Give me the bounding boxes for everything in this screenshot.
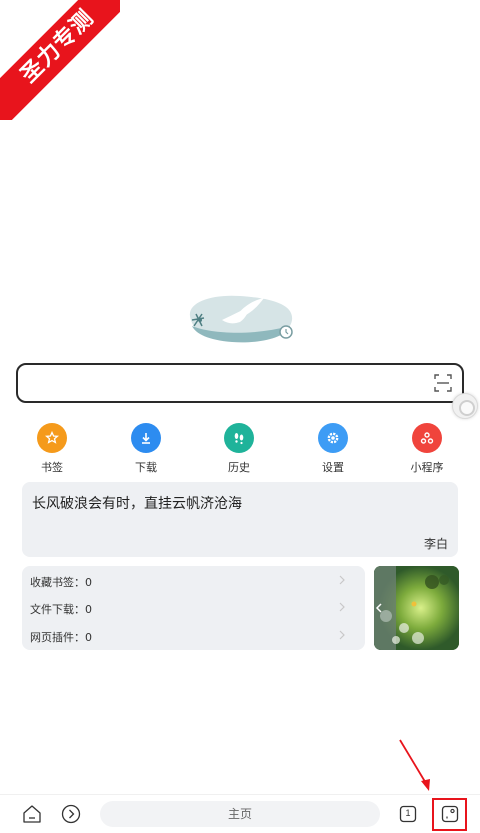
floating-assist-button[interactable] <box>452 393 478 419</box>
quick-item-settings[interactable]: 设置 <box>303 423 363 479</box>
tab-count: 1 <box>405 808 411 818</box>
quick-item-mini-programs[interactable]: 小程序 <box>397 423 457 479</box>
quick-item-bookmarks[interactable]: 书签 <box>22 423 82 479</box>
search-input[interactable] <box>30 371 430 395</box>
chevron-right-icon <box>339 575 345 585</box>
mini-program-icon <box>412 423 442 453</box>
quick-item-label: 历史 <box>228 461 250 474</box>
highlight-box <box>432 798 467 831</box>
stat-row-bookmarks[interactable]: 收藏书签：0 <box>30 574 360 594</box>
home-icon[interactable] <box>22 804 42 824</box>
quote-author: 李白 <box>423 537 448 551</box>
quick-item-label: 小程序 <box>410 461 444 474</box>
stat-label: 文件下载：0 <box>30 603 92 616</box>
star-icon <box>37 423 67 453</box>
watermark-text: 圣力专测 <box>0 0 120 120</box>
bottom-toolbar: 主页 1 <box>0 794 480 833</box>
address-bar[interactable]: 主页 <box>100 801 380 827</box>
watermark-ribbon: 圣力专测 <box>0 0 120 120</box>
quick-access-row: 书签 下载 历史 设置 小程序 <box>0 423 480 479</box>
stat-row-downloads[interactable]: 文件下载：0 <box>30 601 360 621</box>
footprints-icon <box>224 423 254 453</box>
quick-item-label: 设置 <box>322 461 344 474</box>
app-logo <box>182 290 298 346</box>
annotation-arrow <box>399 739 430 791</box>
stats-card: 收藏书签：0 文件下载：0 网页插件：0 <box>22 566 365 650</box>
stat-label: 网页插件：0 <box>30 631 92 644</box>
scan-icon[interactable] <box>434 374 452 392</box>
quote-text: 长风破浪会有时，直挂云帆济沧海 <box>32 496 242 512</box>
quick-item-label: 下载 <box>135 461 157 474</box>
stat-label: 收藏书签：0 <box>30 576 92 589</box>
gear-icon <box>318 423 348 453</box>
forward-icon[interactable] <box>61 804 81 824</box>
quick-item-label: 书签 <box>41 461 63 474</box>
quick-item-history[interactable]: 历史 <box>209 423 269 479</box>
tabs-button[interactable]: 1 <box>398 804 418 824</box>
search-box[interactable] <box>16 363 464 403</box>
featured-image[interactable] <box>374 566 459 650</box>
chevron-right-icon <box>339 630 345 640</box>
download-icon <box>131 423 161 453</box>
daily-quote-card[interactable]: 长风破浪会有时，直挂云帆济沧海 李白 <box>22 482 458 557</box>
quick-item-downloads[interactable]: 下载 <box>116 423 176 479</box>
chevron-right-icon <box>339 602 345 612</box>
stat-row-plugins[interactable]: 网页插件：0 <box>30 629 360 649</box>
